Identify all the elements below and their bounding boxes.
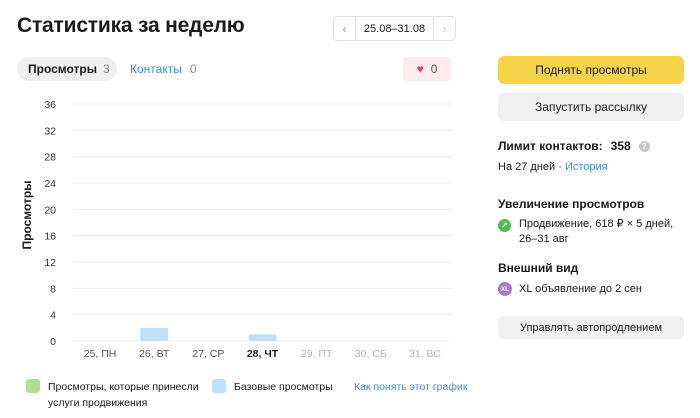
x-tick-label: 30, СБ xyxy=(355,348,387,360)
history-link[interactable]: История xyxy=(565,161,608,173)
chart-bar[interactable] xyxy=(248,334,277,341)
y-tick-label: 4 xyxy=(50,310,56,322)
y-tick-label: 32 xyxy=(44,125,56,137)
x-tick-label: 29, ПТ xyxy=(301,348,333,360)
contact-limit-label: Лимит контактов: xyxy=(498,139,603,153)
contact-limit-details: На 27 дней · История xyxy=(498,161,608,173)
x-tick-label: 26, ВТ xyxy=(139,348,170,360)
appearance-text: XL объявление до 2 сен xyxy=(519,283,642,295)
promotion-item: ↗ Продвижение, 618 ₽ × 5 дней, 26–31 авг xyxy=(498,217,688,247)
legend-promo: Просмотры, которые принесли услуги продв… xyxy=(26,379,206,411)
y-tick-label: 16 xyxy=(44,231,56,243)
y-tick-label: 0 xyxy=(50,336,56,348)
y-tick-label: 12 xyxy=(44,257,56,269)
x-tick-label: 28, ЧТ xyxy=(247,348,279,360)
contact-limit-value: 358 xyxy=(610,139,631,153)
chart-bar[interactable] xyxy=(140,327,169,341)
legend-promo-swatch xyxy=(26,379,40,393)
arrow-up-right-icon: ↗ xyxy=(498,219,511,232)
chart-help-link[interactable]: Как понять этот график xyxy=(354,379,467,395)
manage-autorenew-button[interactable]: Управлять автопродлением xyxy=(498,316,684,339)
y-tick-label: 8 xyxy=(50,283,56,295)
contact-limit-heading: Лимит контактов: 358 ? xyxy=(498,139,650,153)
help-icon[interactable]: ? xyxy=(638,140,650,152)
boost-section-title: Увеличение просмотров xyxy=(498,197,645,211)
appearance-item: XL XL объявление до 2 сен xyxy=(498,282,642,296)
y-tick-label: 28 xyxy=(44,152,56,164)
y-tick-label: 20 xyxy=(44,204,56,216)
x-tick-label: 25, ПН xyxy=(84,348,117,360)
y-tick-label: 24 xyxy=(44,178,56,190)
start-mailing-button[interactable]: Запустить рассылку xyxy=(498,93,684,121)
y-tick-label: 36 xyxy=(44,99,56,111)
raise-views-button[interactable]: Поднять просмотры xyxy=(498,56,684,84)
promotion-text: Продвижение, 618 ₽ × 5 дней, 26–31 авг xyxy=(519,218,674,245)
legend-promo-label: Просмотры, которые принесли услуги продв… xyxy=(48,381,199,409)
legend-base-swatch xyxy=(212,379,226,393)
appearance-section-title: Внешний вид xyxy=(498,261,579,275)
legend-base-label: Базовые просмотры xyxy=(234,381,333,393)
xl-badge-icon: XL xyxy=(498,282,512,296)
contact-limit-days: На 27 дней · xyxy=(498,161,565,173)
legend-base: Базовые просмотры xyxy=(212,379,342,395)
x-tick-label: 27, СР xyxy=(192,348,224,360)
x-tick-label: 31, ВС xyxy=(409,348,441,360)
